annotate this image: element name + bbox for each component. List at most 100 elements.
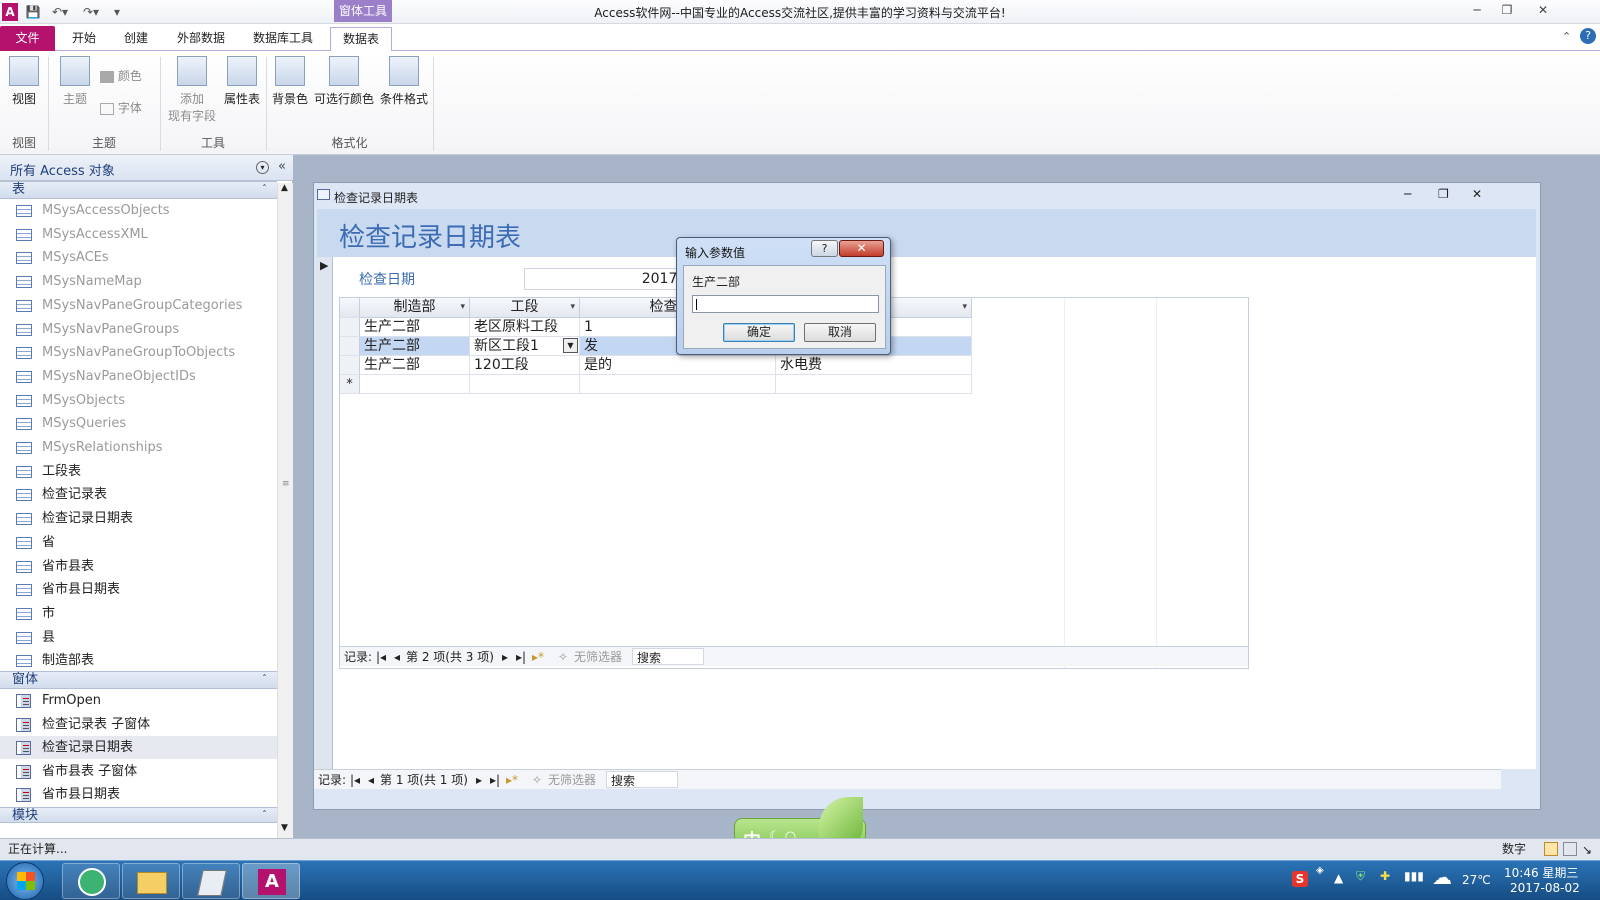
datasheet-view-icon[interactable] — [1563, 842, 1577, 856]
column-header-dept[interactable]: 制造部 ▾ — [360, 298, 470, 318]
ime-status-icon[interactable]: ◈ — [1316, 865, 1324, 876]
taskbar-360-browser[interactable] — [62, 863, 120, 899]
cell-section[interactable]: 新区工段1 ▼ — [470, 337, 580, 356]
fonts-button[interactable]: 字体 — [100, 99, 156, 116]
colors-button[interactable]: 颜色 — [100, 67, 156, 84]
security-shield-icon[interactable]: ⛨ — [1356, 869, 1365, 884]
property-sheet-button[interactable]: 属性表 — [220, 56, 264, 107]
weather-cloud-icon[interactable]: ☁ — [1432, 865, 1452, 889]
nav-table-item[interactable]: 检查记录日期表 — [0, 507, 277, 530]
scroll-grip-icon[interactable]: ≡ — [282, 479, 290, 489]
nav-section-modules[interactable]: 模块 ˆ — [0, 807, 277, 823]
show-hidden-icons-icon[interactable]: ▲ — [1334, 871, 1343, 885]
taskbar-explorer[interactable] — [122, 863, 180, 899]
clock-time[interactable]: 10:46 星期三 — [1504, 864, 1578, 881]
tab-create[interactable]: 创建 — [114, 27, 158, 51]
record-selector[interactable]: ▶ — [317, 257, 333, 769]
cell-extra[interactable] — [776, 375, 972, 394]
clock-date[interactable]: 2017-08-02 — [1510, 881, 1580, 895]
cell-dept[interactable] — [360, 375, 470, 394]
nav-table-item[interactable]: MSysRelationships — [0, 436, 277, 459]
next-record-icon[interactable]: ▸ — [502, 648, 508, 666]
nav-menu-dropdown-icon[interactable]: ▾ — [256, 161, 269, 174]
start-button[interactable] — [6, 862, 44, 900]
cell-section[interactable]: 老区原料工段 — [470, 318, 580, 337]
nav-table-item[interactable]: MSysObjects — [0, 389, 277, 412]
nav-table-item[interactable]: MSysNavPaneGroups — [0, 318, 277, 341]
next-record-icon[interactable]: ▸ — [476, 771, 482, 789]
nav-table-item[interactable]: 制造部表 — [0, 649, 277, 672]
add-existing-fields-button[interactable]: 添加 现有字段 — [166, 56, 218, 124]
prev-record-icon[interactable]: ◂ — [394, 648, 400, 666]
cell-content[interactable] — [580, 375, 776, 394]
first-record-icon[interactable]: |◂ — [350, 771, 360, 789]
plus-icon[interactable]: ✚ — [1380, 869, 1390, 883]
column-dropdown-icon[interactable]: ▾ — [962, 298, 967, 317]
tab-database-tools[interactable]: 数据库工具 — [244, 27, 322, 51]
nav-section-tables[interactable]: 表 ˆ — [0, 181, 277, 199]
cell-dept[interactable]: 生产二部 — [360, 337, 470, 356]
row-selector[interactable] — [340, 356, 360, 375]
view-button[interactable]: 视图 — [6, 56, 42, 107]
nav-table-item[interactable]: MSysNavPaneGroupToObjects — [0, 341, 277, 364]
nav-table-item[interactable]: MSysAccessXML — [0, 223, 277, 246]
nav-table-item[interactable]: 县 — [0, 626, 277, 649]
nav-scrollbar[interactable]: ▲ ≡ ▼ — [277, 183, 293, 838]
nav-table-item[interactable]: 市 — [0, 602, 277, 625]
nav-table-item[interactable]: 工段表 — [0, 460, 277, 483]
cell-content[interactable]: 是的 — [580, 356, 776, 375]
collapse-pane-icon[interactable]: « — [278, 159, 286, 174]
design-view-icon[interactable]: ↘ — [1582, 840, 1592, 860]
form-restore-icon[interactable]: ❐ — [1438, 187, 1449, 201]
temperature[interactable]: 27℃ — [1462, 873, 1491, 887]
alternate-row-color-button[interactable]: 可选行颜色 — [312, 56, 376, 107]
search-input[interactable]: 搜索 — [632, 648, 704, 665]
tab-external-data[interactable]: 外部数据 — [166, 27, 236, 51]
close-icon[interactable]: ✕ — [1526, 0, 1560, 20]
nav-form-item[interactable]: 省市县表 子窗体 — [0, 760, 277, 783]
cell-dept[interactable]: 生产二部 — [360, 356, 470, 375]
nav-form-item[interactable]: 省市县日期表 — [0, 783, 277, 806]
dialog-close-icon[interactable]: ✕ — [839, 240, 884, 257]
parameter-input[interactable] — [692, 295, 879, 313]
nav-pane-header[interactable]: 所有 Access 对象 ▾ « — [0, 155, 293, 181]
ok-button[interactable]: 确定 — [723, 323, 795, 342]
network-signal-icon[interactable]: ▮▮▮ — [1404, 869, 1424, 883]
taskbar-access[interactable]: A — [242, 863, 300, 899]
nav-table-item[interactable]: MSysNameMap — [0, 270, 277, 293]
tab-datasheet[interactable]: 数据表 — [330, 27, 392, 52]
cancel-button[interactable]: 取消 — [804, 323, 876, 342]
form-minimize-icon[interactable]: ─ — [1404, 187, 1411, 201]
nav-table-item[interactable]: MSysAccessObjects — [0, 199, 277, 222]
column-dropdown-icon[interactable]: ▾ — [570, 298, 575, 317]
record-position-field[interactable]: 第 2 项(共 3 项) — [406, 648, 494, 666]
combo-dropdown-icon[interactable]: ▼ — [563, 338, 578, 353]
prev-record-icon[interactable]: ◂ — [368, 771, 374, 789]
record-position-field[interactable]: 第 1 项(共 1 项) — [380, 771, 468, 789]
nav-table-item[interactable]: 省 — [0, 531, 277, 554]
search-input[interactable]: 搜索 — [606, 771, 678, 788]
nav-table-item[interactable]: MSysACEs — [0, 246, 277, 269]
form-view-icon[interactable] — [1544, 842, 1558, 856]
new-record-icon[interactable]: ▸* — [506, 771, 518, 789]
background-color-button[interactable]: 背景色 — [270, 56, 310, 107]
scroll-down-icon[interactable]: ▼ — [281, 823, 288, 833]
nav-table-item[interactable]: MSysNavPaneObjectIDs — [0, 365, 277, 388]
tab-file[interactable]: 文件 — [0, 26, 55, 51]
dialog-help-button[interactable]: ? — [811, 240, 838, 257]
row-selector[interactable] — [340, 318, 360, 337]
select-all-corner[interactable] — [340, 298, 360, 318]
scroll-up-icon[interactable]: ▲ — [281, 183, 288, 193]
nav-table-item[interactable]: MSysNavPaneGroupCategories — [0, 294, 277, 317]
restore-icon[interactable]: ❐ — [1492, 0, 1522, 20]
help-icon[interactable]: ? — [1580, 28, 1596, 44]
collapse-ribbon-icon[interactable]: ⌃ — [1562, 30, 1571, 43]
last-record-icon[interactable]: ▸| — [516, 648, 526, 666]
filter-status[interactable]: 无筛选器 — [574, 648, 622, 666]
nav-table-item[interactable]: 省市县日期表 — [0, 578, 277, 601]
filter-status[interactable]: 无筛选器 — [548, 771, 596, 789]
cell-dept[interactable]: 生产二部 — [360, 318, 470, 337]
sogou-icon[interactable]: S — [1292, 871, 1308, 887]
theme-button[interactable]: 主题 — [58, 56, 92, 107]
tab-home[interactable]: 开始 — [62, 27, 106, 51]
